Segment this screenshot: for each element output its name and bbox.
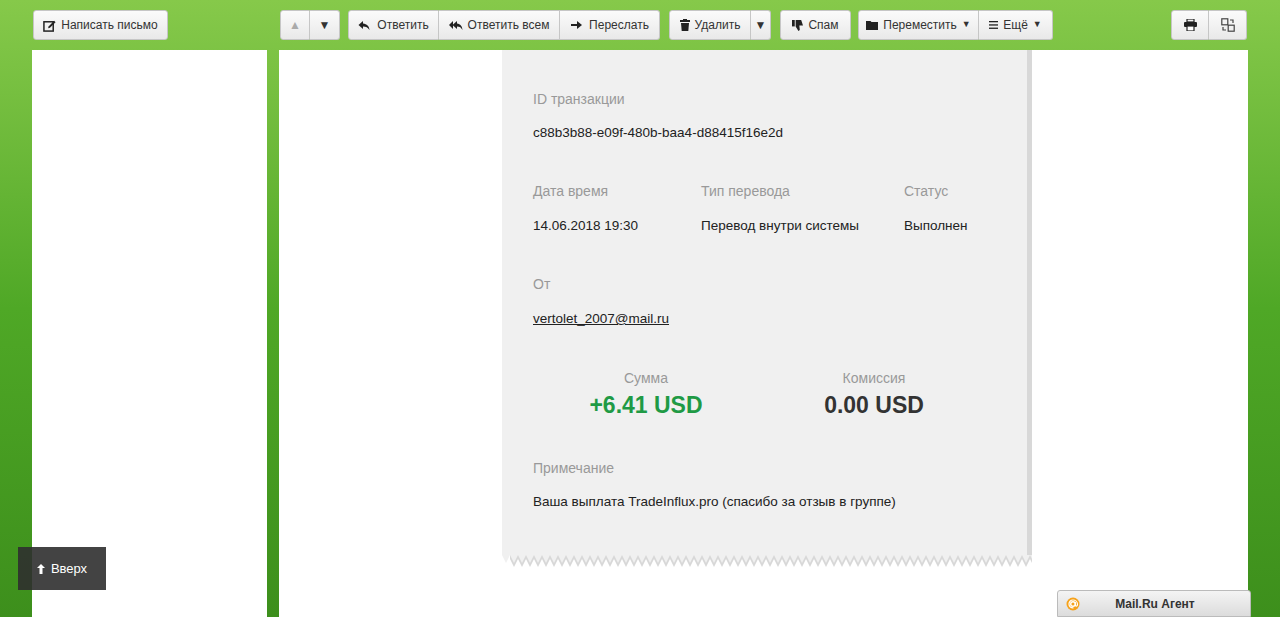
print-button[interactable] — [1171, 10, 1209, 40]
move-button[interactable]: Переместить ▼ — [858, 10, 979, 40]
more-button[interactable]: Ещё ▼ — [979, 10, 1053, 40]
scroll-top-label: Вверх — [51, 559, 87, 579]
caret: ▼ — [1033, 18, 1042, 32]
from-label: От — [533, 274, 1007, 294]
amount-value: +6.41 USD — [533, 390, 759, 420]
previous-button: ▲ — [280, 10, 310, 40]
forward-button[interactable]: Переслать — [560, 10, 660, 40]
content: ID транзакции c88b3b88-e09f-480b-baa4-d88… — [0, 50, 1280, 617]
amount-value: 0.00 USD — [761, 390, 987, 420]
thumbs-down-icon — [792, 20, 803, 31]
reply-button[interactable]: Ответить — [348, 10, 439, 40]
menu-icon — [989, 21, 998, 29]
toolbar: Написать письмо▲▼ОтветитьОтветить всемПе… — [0, 0, 1280, 50]
compose-label: Написать письмо — [61, 16, 157, 34]
delete-menu-button[interactable]: ▼ — [751, 10, 771, 40]
trash-icon — [680, 19, 690, 31]
folder-icon — [866, 20, 878, 30]
action-label: Ответить — [377, 16, 428, 34]
reply-icon — [358, 19, 372, 31]
amount-label: Комиссия — [761, 368, 987, 388]
caret: ▼ — [755, 16, 767, 34]
from-link[interactable]: vertolet_2007@mail.ru — [533, 309, 669, 329]
delete-label: Удалить — [695, 16, 741, 34]
fields: Дата времяТип переводаСтатус 14.06.2018 1… — [533, 181, 1007, 236]
field-value: Выполнен — [904, 216, 1007, 236]
forward-icon — [570, 19, 584, 31]
next-button[interactable]: ▼ — [310, 10, 340, 40]
field-value: 14.06.2018 19:30 — [533, 216, 701, 236]
amount-label: Сумма — [533, 368, 759, 388]
receipt-card: ID транзакции c88b3b88-e09f-480b-baa4-d88… — [502, 50, 1027, 555]
window-button[interactable] — [1209, 10, 1247, 40]
action-label: Ответить всем — [468, 16, 550, 34]
compose-icon — [43, 19, 56, 32]
folder-panel — [32, 50, 267, 617]
move-group: Переместить ▼ Ещё ▼ — [858, 10, 1053, 40]
print-icon — [1184, 19, 1197, 31]
spam-button[interactable]: Спам — [780, 10, 851, 40]
receipt-edge — [502, 555, 1032, 569]
note-label: Примечание — [533, 458, 1007, 478]
delete-button[interactable]: Удалить — [669, 10, 751, 40]
field-value: Перевод внутри системы — [701, 216, 904, 236]
agent-bar[interactable]: Mail.Ru Агент — [1057, 590, 1251, 617]
reply-group: Ответить Ответить всем Переслать — [348, 10, 660, 40]
message-panel: ID транзакции c88b3b88-e09f-480b-baa4-d88… — [279, 50, 1248, 617]
field-label: Статус — [904, 181, 1007, 201]
agent-label: Mail.Ru Агент — [1080, 595, 1250, 613]
arrow-up-icon — [37, 564, 45, 574]
caret: ▼ — [962, 18, 971, 32]
nav-arrow: ▲ — [289, 16, 301, 34]
reply-all-icon — [449, 19, 463, 31]
spam-label: Спам — [808, 16, 838, 34]
action-label: Переслать — [589, 16, 649, 34]
field-label: Дата время — [533, 181, 701, 201]
note: Ваша выплата TradeInflux.pro (спасибо за… — [533, 492, 1007, 512]
id-label: ID транзакции — [533, 89, 1007, 109]
nav-arrow: ▼ — [319, 16, 331, 34]
reply-all-button[interactable]: Ответить всем — [439, 10, 560, 40]
expand-icon — [1221, 18, 1235, 32]
agent-icon — [1066, 597, 1080, 611]
amounts: СуммаКомиссия+6.41 USD0.00 USD — [533, 368, 1007, 420]
field-label: Тип перевода — [701, 181, 904, 201]
delete-group: Удалить ▼ — [669, 10, 771, 40]
scroll-top-button[interactable]: Вверх — [18, 547, 106, 590]
transaction-id: c88b3b88-e09f-480b-baa4-d88415f16e2d — [533, 123, 1007, 143]
move-label: Переместить — [883, 16, 957, 34]
tools-group — [1171, 10, 1247, 40]
receipt: ID транзакции c88b3b88-e09f-480b-baa4-d88… — [502, 50, 1027, 569]
more-label: Ещё — [1003, 16, 1028, 34]
compose-button[interactable]: Написать письмо — [33, 10, 168, 40]
nav-group: ▲▼ — [280, 10, 340, 40]
